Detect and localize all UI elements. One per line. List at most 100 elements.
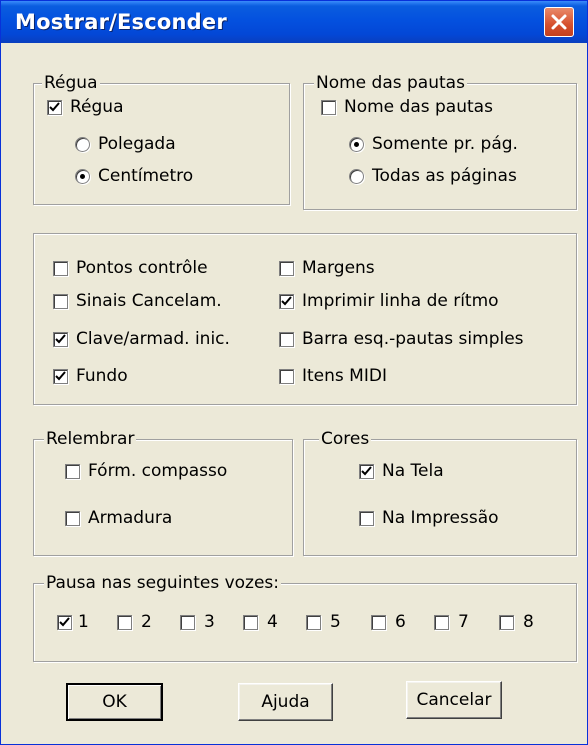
voice-8-checkbox[interactable]: 8 [499, 611, 534, 633]
pausa-legend: Pausa nas seguintes vozes: [44, 573, 282, 593]
checkbox-box [359, 510, 374, 526]
check-icon [49, 101, 60, 111]
barra-esq-pautas-label: Barra esq.-pautas simples [302, 329, 524, 349]
voice-2-checkbox[interactable]: 2 [117, 611, 152, 633]
regua-legend: Régua [42, 73, 100, 93]
radio-circle [349, 136, 364, 152]
checkbox-box [279, 260, 294, 276]
cancel-button[interactable]: Cancelar [406, 681, 502, 719]
pausa-group: Pausa nas seguintes vozes: 1 2 3 4 5 6 7… [33, 573, 577, 662]
form-compasso-checkbox[interactable]: Fórm. compasso [65, 460, 227, 482]
sinais-cancelam-checkbox[interactable]: Sinais Cancelam. [53, 290, 222, 312]
fundo-checkbox[interactable]: Fundo [53, 365, 128, 387]
check-icon [55, 370, 66, 380]
relembrar-group: Relembrar Fórm. compasso Armadura [33, 429, 293, 556]
check-icon [59, 616, 70, 626]
checkbox-box [321, 99, 336, 115]
polegada-radio[interactable]: Polegada [75, 133, 176, 155]
pontos-controle-label: Pontos contrôle [76, 258, 208, 278]
voice-4-checkbox[interactable]: 4 [243, 611, 278, 633]
na-tela-label: Na Tela [382, 461, 444, 481]
ok-button[interactable]: OK [66, 683, 163, 721]
nome-pautas-checkbox[interactable]: Nome das pautas [321, 96, 493, 118]
checkbox-box [371, 614, 386, 630]
regua-checkbox[interactable]: Régua [47, 96, 124, 118]
voice-1-checkbox[interactable]: 1 [57, 611, 89, 633]
todas-paginas-radio[interactable]: Todas as páginas [349, 165, 517, 187]
na-impressao-label: Na Impressão [382, 508, 499, 528]
fundo-label: Fundo [76, 366, 128, 386]
centimetro-radio[interactable]: Centímetro [75, 165, 193, 187]
nome-pautas-legend: Nome das pautas [314, 73, 467, 93]
nome-pautas-group: Nome das pautas Nome das pautas Somente … [303, 73, 577, 210]
close-icon [551, 14, 567, 30]
checkbox-box [279, 331, 294, 347]
regua-group: Régua Régua Polegada Centímetro [33, 73, 290, 205]
voice-label: 6 [395, 612, 406, 632]
regua-checkbox-label: Régua [70, 97, 124, 117]
dialog-window: Mostrar/Esconder Régua Régua Polegada Ce… [0, 0, 588, 745]
checkbox-box [65, 510, 80, 526]
margens-label: Margens [302, 258, 375, 278]
checkbox-box [53, 293, 68, 309]
relembrar-legend: Relembrar [44, 429, 137, 449]
itens-midi-checkbox[interactable]: Itens MIDI [279, 365, 387, 387]
polegada-label: Polegada [98, 134, 176, 154]
checkbox-box [65, 463, 80, 479]
voice-label: 4 [267, 612, 278, 632]
radio-circle [75, 136, 90, 152]
voice-label: 8 [523, 612, 534, 632]
title-bar[interactable]: Mostrar/Esconder [1, 1, 587, 43]
checkbox-box [53, 260, 68, 276]
checkbox-box [53, 331, 68, 347]
checkbox-box [306, 614, 321, 630]
checkbox-box [359, 463, 374, 479]
checkbox-box [279, 368, 294, 384]
check-icon [361, 465, 372, 475]
nome-pautas-checkbox-label: Nome das pautas [344, 97, 493, 117]
help-button[interactable]: Ajuda [238, 683, 333, 721]
display-options-group: Pontos contrôle Sinais Cancelam. Clave/a… [33, 233, 577, 405]
voice-label: 7 [458, 612, 469, 632]
clave-armad-inic-label: Clave/armad. inic. [76, 329, 230, 349]
checkbox-box [499, 614, 514, 630]
voice-label: 5 [330, 612, 341, 632]
dialog-client-area: Régua Régua Polegada Centímetro Nome das… [5, 43, 583, 743]
cores-legend: Cores [319, 429, 372, 449]
checkbox-box [53, 368, 68, 384]
radio-circle [349, 168, 364, 184]
sinais-cancelam-label: Sinais Cancelam. [76, 291, 222, 311]
voice-label: 2 [141, 612, 152, 632]
voice-6-checkbox[interactable]: 6 [371, 611, 406, 633]
checkbox-box [243, 614, 258, 630]
checkbox-box [47, 99, 62, 115]
pontos-controle-checkbox[interactable]: Pontos contrôle [53, 257, 208, 279]
checkbox-box [180, 614, 195, 630]
centimetro-label: Centímetro [98, 166, 194, 186]
voice-label: 3 [204, 612, 215, 632]
armadura-label: Armadura [88, 508, 173, 528]
margens-checkbox[interactable]: Margens [279, 257, 375, 279]
imprimir-linha-ritmo-checkbox[interactable]: Imprimir linha de rítmo [279, 290, 499, 312]
cores-group: Cores Na Tela Na Impressão [303, 429, 577, 556]
na-impressao-checkbox[interactable]: Na Impressão [359, 507, 499, 529]
voice-5-checkbox[interactable]: 5 [306, 611, 341, 633]
voice-7-checkbox[interactable]: 7 [434, 611, 469, 633]
close-button[interactable] [544, 7, 574, 37]
na-tela-checkbox[interactable]: Na Tela [359, 460, 444, 482]
clave-armad-inic-checkbox[interactable]: Clave/armad. inic. [53, 328, 230, 350]
checkbox-box [434, 614, 449, 630]
armadura-checkbox[interactable]: Armadura [65, 507, 172, 529]
itens-midi-label: Itens MIDI [302, 366, 387, 386]
voice-label: 1 [78, 612, 89, 632]
check-icon [281, 295, 292, 305]
check-icon [55, 333, 66, 343]
somente-pr-pag-radio[interactable]: Somente pr. pág. [349, 133, 518, 155]
barra-esq-pautas-checkbox[interactable]: Barra esq.-pautas simples [279, 328, 524, 350]
checkbox-box [57, 614, 72, 630]
form-compasso-label: Fórm. compasso [88, 461, 228, 481]
voice-3-checkbox[interactable]: 3 [180, 611, 215, 633]
radio-circle [75, 168, 90, 184]
imprimir-linha-ritmo-label: Imprimir linha de rítmo [302, 291, 499, 311]
checkbox-box [117, 614, 132, 630]
